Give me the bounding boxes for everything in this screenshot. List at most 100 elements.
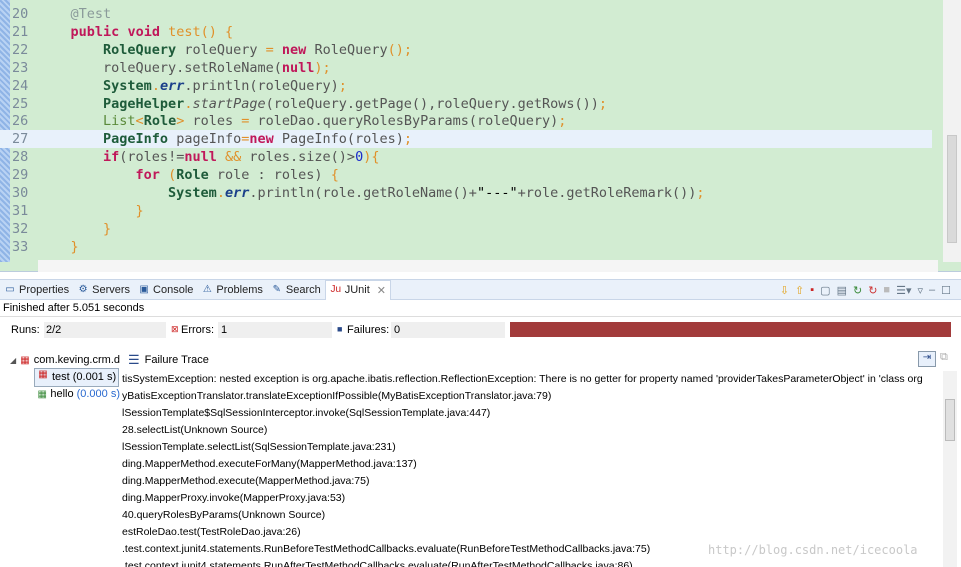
problems-icon: ⚠ bbox=[202, 283, 212, 295]
trace-line[interactable]: estRoleDao.test(TestRoleDao.java:26) bbox=[122, 524, 942, 541]
scroll-lock-icon[interactable]: ▢ bbox=[820, 284, 830, 297]
code-line[interactable]: 26 List<Role> roles = roleDao.queryRoles… bbox=[0, 112, 932, 130]
trace-line[interactable]: 28.selectList(Unknown Source) bbox=[122, 422, 942, 439]
failure-trace-list[interactable]: tisSystemException: nested exception is … bbox=[122, 371, 942, 567]
tree-node-hello[interactable]: ▦ hello (0.000 s) bbox=[10, 386, 120, 403]
code-text: System.err.println(roleQuery); bbox=[103, 77, 347, 94]
bottom-panel-tabs: ▭ Properties ⚙ Servers ▣ Console ⚠ Problems ✎ Sea… bbox=[0, 279, 961, 300]
line-number: 33 bbox=[12, 238, 29, 255]
failure-icon: ■ bbox=[337, 324, 343, 334]
stop-icon[interactable]: ■ bbox=[883, 284, 890, 296]
errors-label: Errors: bbox=[181, 324, 214, 336]
tab-console[interactable]: ▣ Console bbox=[134, 280, 197, 300]
code-line[interactable]: 31 } bbox=[0, 202, 932, 220]
line-number: 29 bbox=[12, 167, 29, 184]
scroll-thumb[interactable] bbox=[947, 135, 957, 243]
next-failure-icon[interactable]: ⇩ bbox=[780, 284, 789, 297]
trace-line[interactable]: ding.MapperMethod.execute(MapperMethod.j… bbox=[122, 473, 942, 490]
tab-search[interactable]: ✎ Search bbox=[267, 280, 325, 300]
code-text: } bbox=[135, 202, 144, 219]
code-line[interactable]: 29 for (Role role : roles) { bbox=[0, 166, 932, 184]
line-number: 22 bbox=[12, 41, 29, 58]
previous-failure-icon[interactable]: ⇧ bbox=[795, 284, 804, 297]
line-number: 27 bbox=[12, 131, 29, 148]
code-line[interactable]: 28 if(roles!=null && roles.size()>0){ bbox=[0, 148, 932, 166]
line-number: 30 bbox=[12, 185, 29, 201]
tree-node-suite[interactable]: ◢ ▦ com.keving.crm.d bbox=[10, 352, 120, 369]
line-number: 20 bbox=[12, 6, 29, 22]
editor-vertical-scrollbar[interactable] bbox=[943, 0, 961, 262]
layout-menu-icon[interactable]: ☰▾ bbox=[896, 284, 911, 297]
trace-line[interactable]: lSessionTemplate.selectList(SqlSessionTe… bbox=[122, 439, 942, 456]
code-line[interactable]: 21 public void test() { bbox=[0, 23, 932, 41]
line-number: 28 bbox=[12, 149, 29, 166]
failures-label: Failures: bbox=[347, 324, 390, 336]
code-text: } bbox=[70, 238, 79, 255]
minimize-icon[interactable]: – bbox=[929, 284, 935, 296]
code-editor[interactable]: 20 @Test 21 public void test() {22 RoleQu… bbox=[0, 0, 961, 272]
tab-label: Problems bbox=[216, 283, 263, 296]
line-number: 31 bbox=[12, 202, 29, 219]
code-line[interactable]: 30 System.err.println(role.getRoleName()… bbox=[0, 184, 932, 202]
suite-error-icon: ▦ bbox=[20, 354, 30, 366]
filter-stack-icon[interactable]: ⇥ bbox=[918, 351, 936, 367]
rerun-failed-icon[interactable]: ↻ bbox=[868, 284, 877, 297]
code-line[interactable]: 23 roleQuery.setRoleName(null); bbox=[0, 59, 932, 77]
code-text: for (Role role : roles) { bbox=[135, 167, 339, 184]
rerun-icon[interactable]: ↻ bbox=[853, 284, 862, 297]
code-line[interactable]: 27 PageInfo pageInfo=new PageInfo(roles)… bbox=[0, 130, 932, 149]
test-tree[interactable]: ◢ ▦ com.keving.crm.d ▦ test (0.001 s) ▦ hello… bbox=[10, 352, 120, 403]
compare-icon[interactable]: ⧉ bbox=[940, 351, 948, 364]
test-pass-icon: ▦ bbox=[37, 388, 47, 400]
code-line[interactable]: 33 } bbox=[0, 238, 932, 256]
code-line[interactable]: 25 PageHelper.startPage(roleQuery.getPag… bbox=[0, 95, 932, 113]
code-text: PageInfo pageInfo=new PageInfo(roles); bbox=[103, 131, 412, 148]
divider bbox=[0, 316, 961, 317]
code-line[interactable]: 24 System.err.println(roleQuery); bbox=[0, 77, 932, 95]
trace-line[interactable]: tisSystemException: nested exception is … bbox=[122, 371, 942, 388]
scroll-thumb[interactable] bbox=[945, 399, 955, 441]
tab-label: JUnit bbox=[344, 284, 370, 296]
test-progress-bar bbox=[510, 322, 951, 337]
code-line[interactable]: 22 RoleQuery roleQuery = new RoleQuery()… bbox=[0, 41, 932, 59]
runs-label: Runs: bbox=[11, 324, 40, 336]
search-icon: ✎ bbox=[272, 283, 282, 295]
tab-label: Servers bbox=[92, 283, 131, 296]
trace-line[interactable]: .test.context.junit4.statements.RunAfter… bbox=[122, 558, 942, 567]
close-icon[interactable]: ✕ bbox=[377, 284, 386, 297]
line-number: 23 bbox=[12, 59, 29, 76]
test-error-icon: ▦ bbox=[38, 369, 48, 380]
code-text: PageHelper.startPage(roleQuery.getPage()… bbox=[103, 95, 607, 112]
editor-horizontal-scrollbar[interactable] bbox=[38, 260, 938, 272]
trace-line[interactable]: ding.MapperProxy.invoke(MapperProxy.java… bbox=[122, 490, 942, 507]
junit-status: Finished after 5.051 seconds bbox=[3, 302, 145, 314]
servers-icon: ⚙ bbox=[78, 283, 88, 295]
trace-line[interactable]: 40.queryRolesByParams(Unknown Source) bbox=[122, 507, 942, 524]
code-line[interactable]: 20 @Test bbox=[0, 5, 932, 23]
tab-junit[interactable]: Ju JUnit ✕ bbox=[324, 279, 392, 300]
line-number: 32 bbox=[12, 220, 29, 237]
line-number: 21 bbox=[12, 23, 29, 40]
trace-line[interactable]: lSessionTemplate$SqlSessionInterceptor.i… bbox=[122, 405, 942, 422]
failures-value: 0 bbox=[391, 322, 505, 338]
code-line[interactable]: 32 } bbox=[0, 220, 932, 238]
trace-line[interactable]: ding.MapperMethod.executeForMany(MapperM… bbox=[122, 456, 942, 473]
tab-servers[interactable]: ⚙ Servers bbox=[73, 280, 134, 300]
tab-label: Search bbox=[285, 283, 321, 296]
line-number: 25 bbox=[12, 95, 29, 112]
properties-icon: ▭ bbox=[5, 283, 15, 295]
trace-scrollbar[interactable] bbox=[943, 371, 957, 567]
maximize-icon[interactable]: ☐ bbox=[941, 284, 951, 297]
history-icon[interactable]: ▤ bbox=[837, 284, 847, 297]
code-text: List<Role> roles = roleDao.queryRolesByP… bbox=[103, 113, 567, 130]
error-icon: ⊠ bbox=[171, 324, 179, 334]
code-text: if(roles!=null && roles.size()>0){ bbox=[103, 149, 380, 166]
tab-properties[interactable]: ▭ Properties bbox=[0, 280, 73, 300]
show-failures-only-icon[interactable]: ▪ bbox=[810, 284, 814, 296]
list-icon: ☰ bbox=[128, 352, 140, 367]
trace-line[interactable]: yBatisExceptionTranslator.translateExcep… bbox=[122, 388, 942, 405]
code-text: roleQuery.setRoleName(null); bbox=[103, 59, 331, 76]
tree-node-test[interactable]: ▦ test (0.001 s) bbox=[10, 368, 120, 387]
tab-problems[interactable]: ⚠ Problems bbox=[197, 280, 266, 300]
view-menu-icon[interactable]: ▿ bbox=[917, 284, 923, 297]
